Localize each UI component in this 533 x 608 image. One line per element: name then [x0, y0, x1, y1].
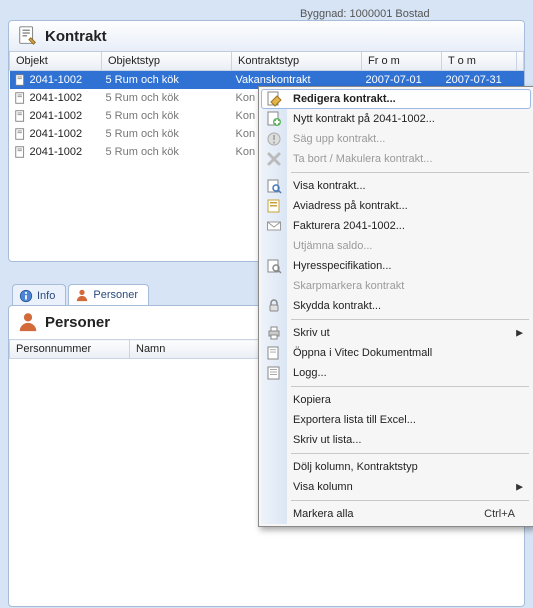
menu-delete-contract[interactable]: Ta bort / Makulera kontrakt...: [261, 149, 531, 169]
menu-openvitec-label: Öppna i Vitec Dokumentmall: [293, 347, 432, 359]
info-icon: [19, 289, 33, 303]
delete-icon: [266, 151, 282, 167]
tab-info-label: Info: [37, 290, 55, 302]
menu-balance-label: Utjämna saldo...: [293, 240, 372, 252]
menu-edit-label: Redigera kontrakt...: [293, 93, 396, 105]
menu-hide-col[interactable]: Dölj kolumn, Kontraktstyp: [261, 457, 531, 477]
person-big-icon: [17, 310, 39, 335]
menu-protect-label: Skydda kontrakt...: [293, 300, 381, 312]
menu-avi-label: Aviadress på kontrakt...: [293, 200, 408, 212]
edit-icon: [267, 91, 283, 107]
warning-icon: [266, 131, 282, 147]
personer-title: Personer: [45, 314, 110, 331]
menu-print-list[interactable]: Skriv ut lista...: [261, 430, 531, 450]
row-doc-icon: [14, 91, 28, 105]
menu-rent-spec[interactable]: Hyresspecifikation...: [261, 256, 531, 276]
pcol-namn[interactable]: Namn: [130, 340, 270, 359]
address-icon: [266, 198, 282, 214]
menu-edit-contract[interactable]: Redigera kontrakt...: [261, 89, 531, 109]
menu-print-label: Skriv ut: [293, 327, 330, 339]
menu-new-contract[interactable]: Nytt kontrakt på 2041-1002...: [261, 109, 531, 129]
mail-icon: [266, 218, 282, 234]
menu-view-contract[interactable]: Visa kontrakt...: [261, 176, 531, 196]
menu-avi-address[interactable]: Aviadress på kontrakt...: [261, 196, 531, 216]
menu-sharpmark-label: Skarpmarkera kontrakt: [293, 280, 404, 292]
context-menu: Redigera kontrakt... Nytt kontrakt på 20…: [258, 86, 533, 527]
row-doc-icon: [14, 145, 28, 159]
col-hy[interactable]: Hy: [517, 52, 524, 71]
menu-terminate-contract[interactable]: Säg upp kontrakt...: [261, 129, 531, 149]
menu-selectall-shortcut: Ctrl+A: [484, 508, 515, 520]
menu-show-col[interactable]: Visa kolumn ▶: [261, 477, 531, 497]
row-doc-icon: [14, 127, 28, 141]
kontrakt-header: Kontrakt: [9, 21, 524, 52]
menu-sharpmark[interactable]: Skarpmarkera kontrakt: [261, 276, 531, 296]
submenu-arrow-icon: ▶: [516, 328, 523, 339]
menu-copy-label: Kopiera: [293, 394, 331, 406]
spec-icon: [266, 258, 282, 274]
row-doc-icon: [14, 109, 28, 123]
row-doc-icon: [14, 73, 28, 87]
person-icon: [75, 288, 89, 302]
printer-icon: [266, 325, 282, 341]
menu-selectall-label: Markera alla: [293, 508, 354, 520]
menu-open-vitec[interactable]: Öppna i Vitec Dokumentmall: [261, 343, 531, 363]
menu-invoice-label: Fakturera 2041-1002...: [293, 220, 405, 232]
menu-copy[interactable]: Kopiera: [261, 390, 531, 410]
lock-icon: [266, 298, 282, 314]
log-icon: [266, 365, 282, 381]
menu-invoice[interactable]: Fakturera 2041-1002...: [261, 216, 531, 236]
menu-log[interactable]: Logg...: [261, 363, 531, 383]
top-info: Byggnad: 1000001 Bostad: [300, 8, 430, 20]
menu-log-label: Logg...: [293, 367, 327, 379]
tab-personer-label: Personer: [93, 289, 138, 301]
col-kontraktstyp[interactable]: Kontraktstyp: [232, 52, 362, 71]
tab-personer[interactable]: Personer: [68, 284, 149, 306]
menu-terminate-label: Säg upp kontrakt...: [293, 133, 385, 145]
view-icon: [266, 178, 282, 194]
menu-balance[interactable]: Utjämna saldo...: [261, 236, 531, 256]
menu-delete-label: Ta bort / Makulera kontrakt...: [293, 153, 432, 165]
menu-print[interactable]: Skriv ut ▶: [261, 323, 531, 343]
menu-protect[interactable]: Skydda kontrakt...: [261, 296, 531, 316]
kontrakt-title: Kontrakt: [45, 28, 107, 45]
menu-new-label: Nytt kontrakt på 2041-1002...: [293, 113, 435, 125]
col-objektstyp[interactable]: Objektstyp: [102, 52, 232, 71]
new-icon: [266, 111, 282, 127]
menu-printlist-label: Skriv ut lista...: [293, 434, 361, 446]
template-icon: [266, 345, 282, 361]
menu-showcol-label: Visa kolumn: [293, 481, 353, 493]
col-objekt[interactable]: Objekt: [10, 52, 102, 71]
menu-hidecol-label: Dölj kolumn, Kontraktstyp: [293, 461, 418, 473]
col-from[interactable]: Fr o m: [362, 52, 442, 71]
tab-info[interactable]: Info: [12, 284, 66, 306]
menu-view-label: Visa kontrakt...: [293, 180, 366, 192]
menu-exportexcel-label: Exportera lista till Excel...: [293, 414, 416, 426]
menu-select-all[interactable]: Markera alla Ctrl+A: [261, 504, 531, 524]
col-tom[interactable]: T o m: [442, 52, 517, 71]
contract-doc-icon: [17, 25, 39, 47]
submenu-arrow-icon: ▶: [516, 482, 523, 493]
pcol-personnummer[interactable]: Personnummer: [10, 340, 130, 359]
menu-rentspec-label: Hyresspecifikation...: [293, 260, 391, 272]
menu-export-excel[interactable]: Exportera lista till Excel...: [261, 410, 531, 430]
